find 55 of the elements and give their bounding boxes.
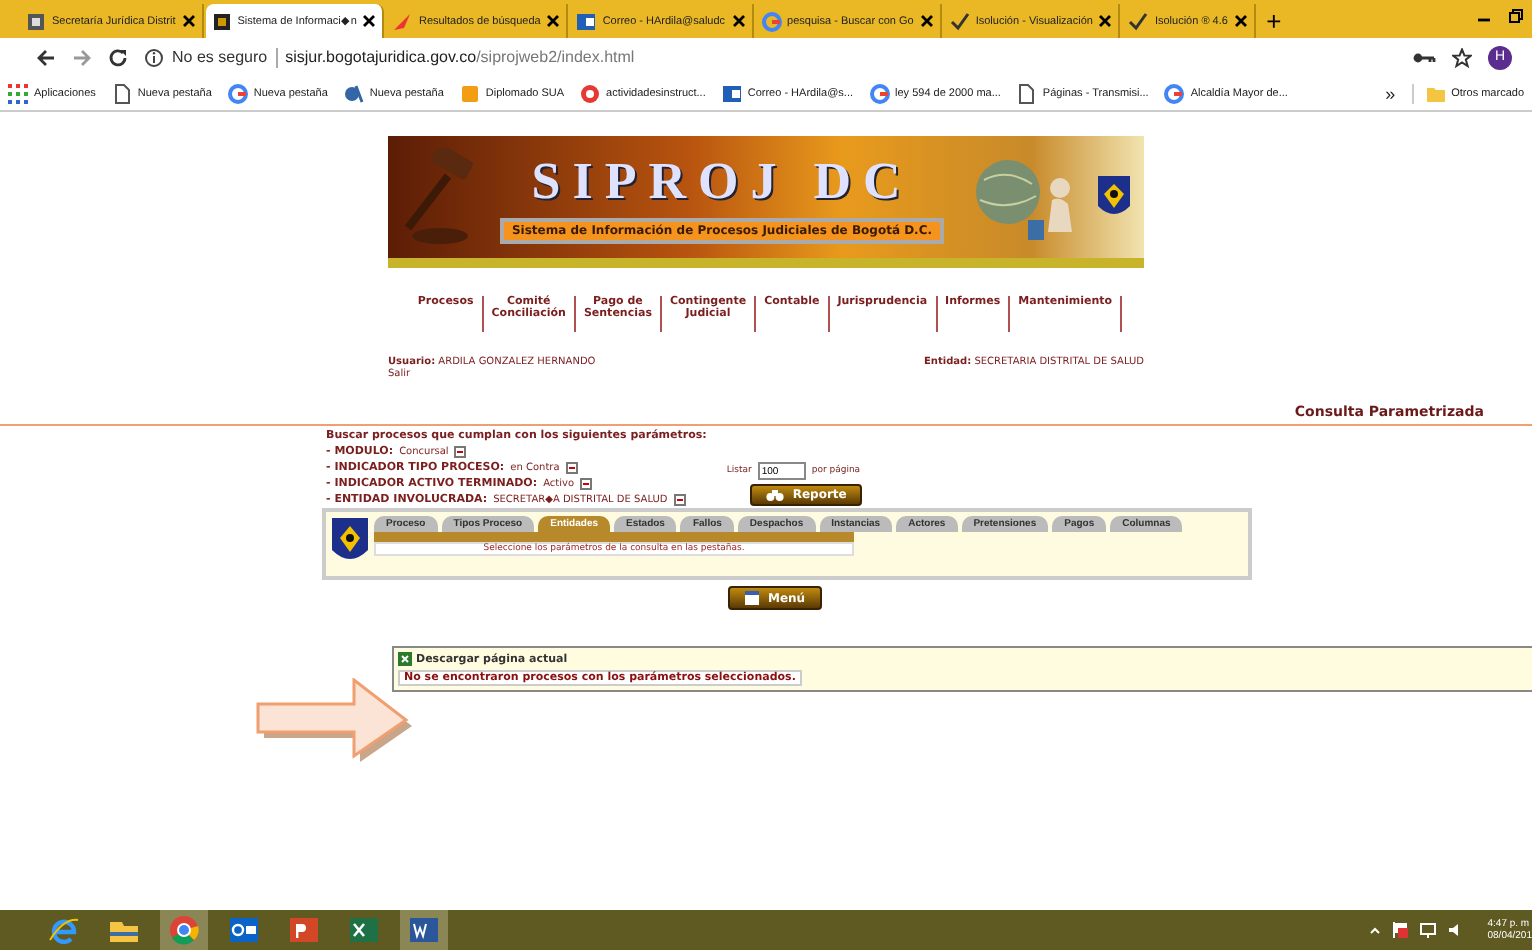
close-icon[interactable] [546, 14, 561, 28]
g-letter-icon [227, 83, 248, 103]
security-label: No es seguro [172, 48, 268, 66]
document-icon [744, 590, 760, 606]
taskbar-button[interactable] [160, 910, 208, 950]
chrome-icon [168, 914, 200, 946]
network-icon[interactable] [1419, 922, 1436, 938]
back-icon[interactable] [36, 47, 56, 67]
d-logo-icon [343, 83, 364, 103]
expand-icon[interactable] [454, 446, 467, 458]
volume-icon[interactable] [1447, 922, 1464, 938]
close-icon[interactable] [1098, 14, 1113, 28]
circle-icon [580, 83, 601, 103]
mail-icon [576, 11, 597, 31]
binoculars-icon [766, 488, 785, 502]
page-icon [26, 11, 46, 31]
close-icon[interactable] [362, 14, 377, 28]
restore-icon[interactable] [1508, 8, 1524, 24]
square-icon [459, 83, 480, 103]
close-icon[interactable] [181, 14, 196, 28]
folder-icon [1425, 83, 1446, 103]
g-letter-icon [869, 83, 890, 103]
page-icon [1016, 83, 1037, 103]
close-icon[interactable] [1233, 14, 1248, 28]
more-bookmarks-button[interactable]: » [1385, 83, 1396, 103]
info-icon [144, 47, 164, 67]
address-field[interactable]: No es seguro sisjur.bogotajuridica.gov.co/siprojweb2/index.html [144, 42, 1396, 72]
close-icon[interactable] [919, 14, 934, 28]
forward-icon[interactable] [72, 47, 92, 67]
banner-title: SIPROJ DC [531, 151, 913, 211]
document-app-icon [408, 914, 440, 946]
expand-icon[interactable] [565, 462, 578, 474]
reload-icon[interactable] [108, 47, 128, 67]
mail-icon [721, 83, 742, 103]
taskbar-button[interactable] [400, 910, 448, 950]
check-icon [949, 11, 970, 31]
mail-app-icon [228, 914, 260, 946]
slides-app-icon [288, 914, 320, 946]
expand-icon[interactable] [673, 494, 686, 506]
close-icon[interactable] [731, 14, 746, 28]
check-icon [1128, 11, 1149, 31]
page-icon [111, 83, 132, 103]
arrow-icon [392, 11, 413, 31]
flag-icon[interactable] [1391, 922, 1408, 938]
g-letter-icon [1164, 83, 1185, 103]
g-letter-icon [761, 11, 782, 31]
emblem-icon [211, 11, 232, 31]
url-text: sisjur.bogotajuridica.gov.co/siprojweb2/index.html [285, 48, 635, 66]
browser-e-icon [48, 914, 80, 946]
apps-grid-icon [8, 83, 28, 103]
spreadsheet-app-icon [348, 914, 380, 946]
new-tab-button[interactable]: + [1257, 6, 1290, 38]
expand-icon[interactable] [580, 478, 593, 490]
star-icon[interactable] [1452, 47, 1472, 67]
excel-icon[interactable] [398, 652, 412, 666]
